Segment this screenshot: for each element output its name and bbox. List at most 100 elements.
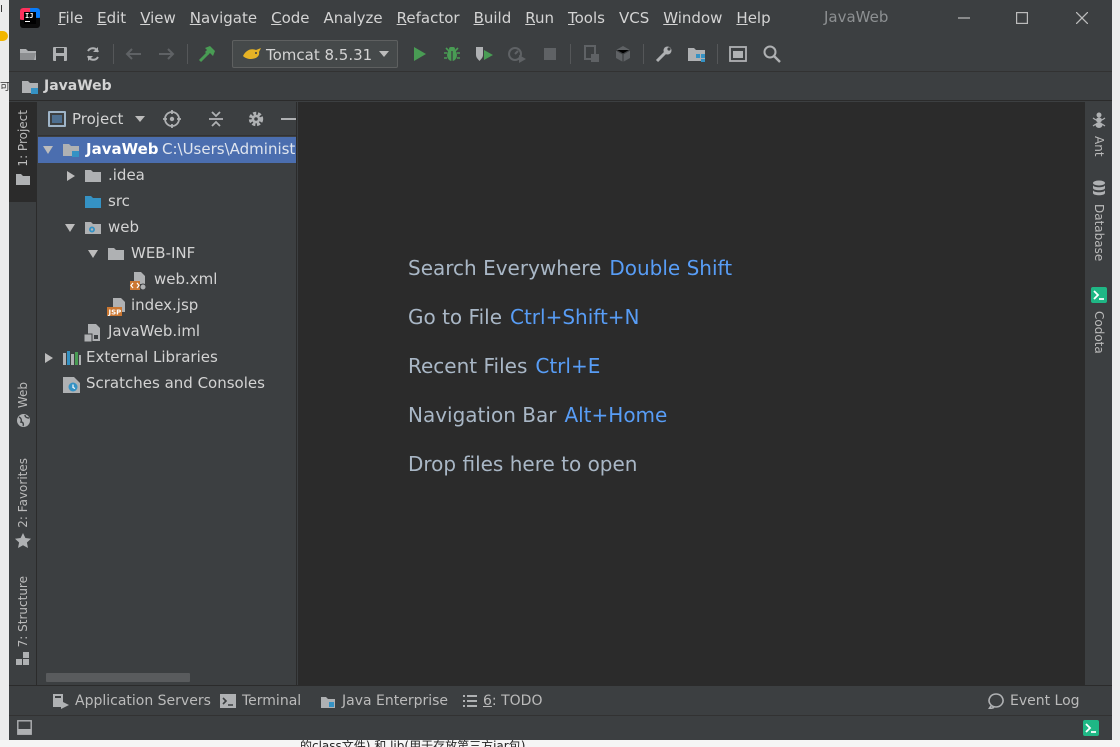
chevron-down-icon[interactable] [135,116,145,122]
tool-window-database-button[interactable]: Database [1085,180,1112,261]
title-bar: IJ File Edit View Navigate Code Analyze Refact… [9,0,1112,36]
toggle-tool-windows-icon[interactable] [17,720,32,739]
editor-hint: Recent Files Ctrl+E [408,354,600,378]
hint-shortcut: Alt+Home [564,403,668,427]
chevron-right-icon[interactable] [67,171,75,181]
application-servers-icon [53,693,69,709]
locate-target-icon[interactable] [161,108,183,130]
tree-node-scratches-and-consoles[interactable]: Scratches and Consoles [38,371,296,397]
tree-node-javaweb[interactable]: JavaWebC:\Users\Administrator\IdeaProjec… [38,137,296,163]
editor-hint: Navigation Bar Alt+Home [408,403,667,427]
chevron-down-icon[interactable] [88,250,98,258]
svg-text:JSP: JSP [108,309,122,317]
tree-node-web-inf[interactable]: WEB-INF [38,241,296,267]
menu-item-build[interactable]: Build [474,9,512,27]
tree-node-idea[interactable]: .idea [38,163,296,189]
tree-node-label: web.xml [154,270,218,288]
editor-hint: Drop files here to open [408,452,637,476]
settings-wrench-icon[interactable] [652,42,676,66]
open-folder-icon[interactable] [16,42,40,66]
tool-window-todo-button[interactable]: 6: TODO [463,693,542,709]
menu-item-refactor[interactable]: Refactor [397,9,460,27]
minimize-icon[interactable] [941,0,987,36]
tool-window-web-button[interactable]: Web [9,382,37,432]
project-structure-icon[interactable] [685,42,709,66]
menu-item-window[interactable]: Window [663,9,722,27]
menu-item-view[interactable]: View [140,9,176,27]
tree-node-index-jsp[interactable]: JSP index.jsp [38,293,296,319]
tree-node-web[interactable]: web [38,215,296,241]
menu-item-vcs[interactable]: VCS [619,9,649,27]
tree-node-label: WEB-INF [131,244,196,262]
tool-window-codota-button[interactable]: Codota [1085,287,1112,354]
tree-node-external-libraries[interactable]: External Libraries [38,345,296,371]
gear-icon[interactable] [245,108,267,130]
chevron-right-icon[interactable] [45,353,53,363]
build-hammer-icon[interactable] [195,42,219,66]
database-icon [1092,180,1106,200]
tool-window-ant-button[interactable]: Ant [1085,112,1112,157]
tool-window-favorites-button[interactable]: 2: Favorites [9,458,37,552]
hint-action: Go to File [408,305,502,329]
menu-item-code[interactable]: Code [271,9,309,27]
status-bar [9,715,1112,740]
menu-item-help[interactable]: Help [736,9,770,27]
menu-item-run[interactable]: Run [525,9,554,27]
tool-window-event-log-button[interactable]: Event Log [988,693,1080,709]
run-configuration-select[interactable]: Tomcat 8.5.31 [232,40,398,68]
star-icon [15,532,31,552]
chevron-down-icon[interactable] [43,146,53,154]
search-icon[interactable] [760,42,784,66]
tree-node-javaweb-iml[interactable]: JavaWeb.iml [38,319,296,345]
presentation-icon[interactable] [726,42,750,66]
module-folder-icon [62,142,80,162]
breadcrumb-project[interactable]: JavaWeb [44,78,112,94]
save-icon[interactable] [48,42,72,66]
stop-icon[interactable] [538,42,562,66]
forward-arrow-icon[interactable] [155,42,179,66]
project-view-selector[interactable]: Project [72,110,123,128]
tree-node-src[interactable]: src [38,189,296,215]
synchronize-icon[interactable] [81,42,105,66]
run-play-icon[interactable] [408,42,432,66]
hide-panel-icon[interactable] [278,108,296,130]
xml-file-icon [130,272,148,294]
menu-item-tools[interactable]: Tools [568,9,605,27]
profile-icon[interactable] [505,42,529,66]
close-icon[interactable] [1059,0,1105,36]
tool-window-terminal-button[interactable]: Terminal [220,693,301,709]
tree-node-label: .idea [108,166,145,184]
tool-window-project-button[interactable]: 1: Project [9,102,37,202]
menu-item-navigate[interactable]: Navigate [190,9,257,27]
web-folder-icon [84,220,102,239]
tool-window-java-enterprise-button[interactable]: Java Enterprise [320,693,448,709]
hint-action: Search Everywhere [408,256,602,280]
horizontal-scrollbar[interactable] [46,673,190,682]
collapse-all-icon[interactable] [205,108,227,130]
menu-item-file[interactable]: File [58,9,83,27]
tool-window-application-servers-button[interactable]: Application Servers [53,693,211,709]
tool-window-structure-button[interactable]: 7: Structure [9,576,37,670]
todo-list-icon [463,695,477,707]
chevron-down-icon[interactable] [65,224,75,232]
main-menu: File Edit View Navigate Code Analyze Refactor B… [58,0,785,36]
hint-shortcut: Double Shift [609,256,733,280]
globe-icon [16,413,31,432]
tree-node-web-xml[interactable]: web.xml [38,267,296,294]
menu-item-analyze[interactable]: Analyze [324,9,383,27]
coverage-icon[interactable] [611,42,635,66]
menu-item-edit[interactable]: Edit [97,9,126,27]
attach-debugger-icon[interactable] [579,42,603,66]
tree-node-label: src [108,192,130,210]
chevron-down-icon [379,51,389,57]
debug-bug-icon[interactable] [440,42,464,66]
editor-empty-area[interactable]: Search Everywhere Double Shift Go to File C… [298,102,1084,685]
tree-node-label: Scratches and Consoles [86,374,265,392]
back-arrow-icon[interactable] [121,42,145,66]
background-desktop-right [1112,0,1120,747]
maximize-icon[interactable] [999,0,1045,36]
codota-status-icon[interactable] [1083,720,1099,740]
tree-node-label: index.jsp [131,296,199,314]
run-with-coverage-icon[interactable] [472,42,496,66]
folder-icon [107,246,125,265]
